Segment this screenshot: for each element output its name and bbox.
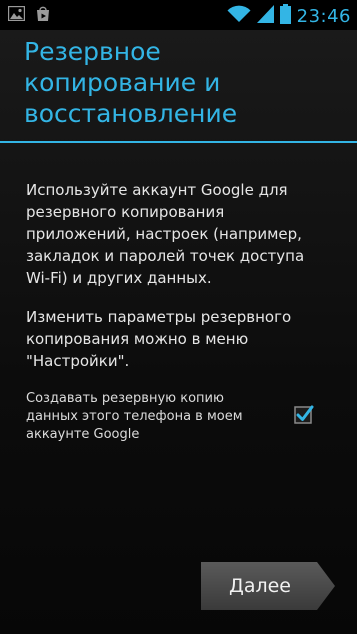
backup-option-row[interactable]: Создавать резервную копию данных этого т… <box>26 390 331 450</box>
navigation-bar: Далее <box>0 556 357 634</box>
backup-restore-screen: 23:46 Резервное копирование и восстановл… <box>0 0 357 634</box>
play-store-icon <box>35 6 51 26</box>
status-clock: 23:46 <box>296 5 351 27</box>
settings-hint: Изменить параметры резервного копировани… <box>26 308 292 370</box>
backup-checkbox[interactable] <box>294 404 314 424</box>
wifi-icon <box>227 5 251 27</box>
page-title: Резервное копирование и восстановление <box>24 37 238 128</box>
status-bar: 23:46 <box>0 0 357 30</box>
next-button-label: Далее <box>228 575 291 597</box>
backup-checkbox-label: Создавать резервную копию данных этого т… <box>26 391 243 442</box>
signal-icon <box>256 5 274 27</box>
next-button[interactable]: Далее <box>201 562 337 610</box>
backup-description: Используйте аккаунт Google для резервног… <box>26 181 305 287</box>
title-divider <box>0 141 357 143</box>
image-icon <box>7 5 26 26</box>
battery-icon <box>279 4 291 28</box>
